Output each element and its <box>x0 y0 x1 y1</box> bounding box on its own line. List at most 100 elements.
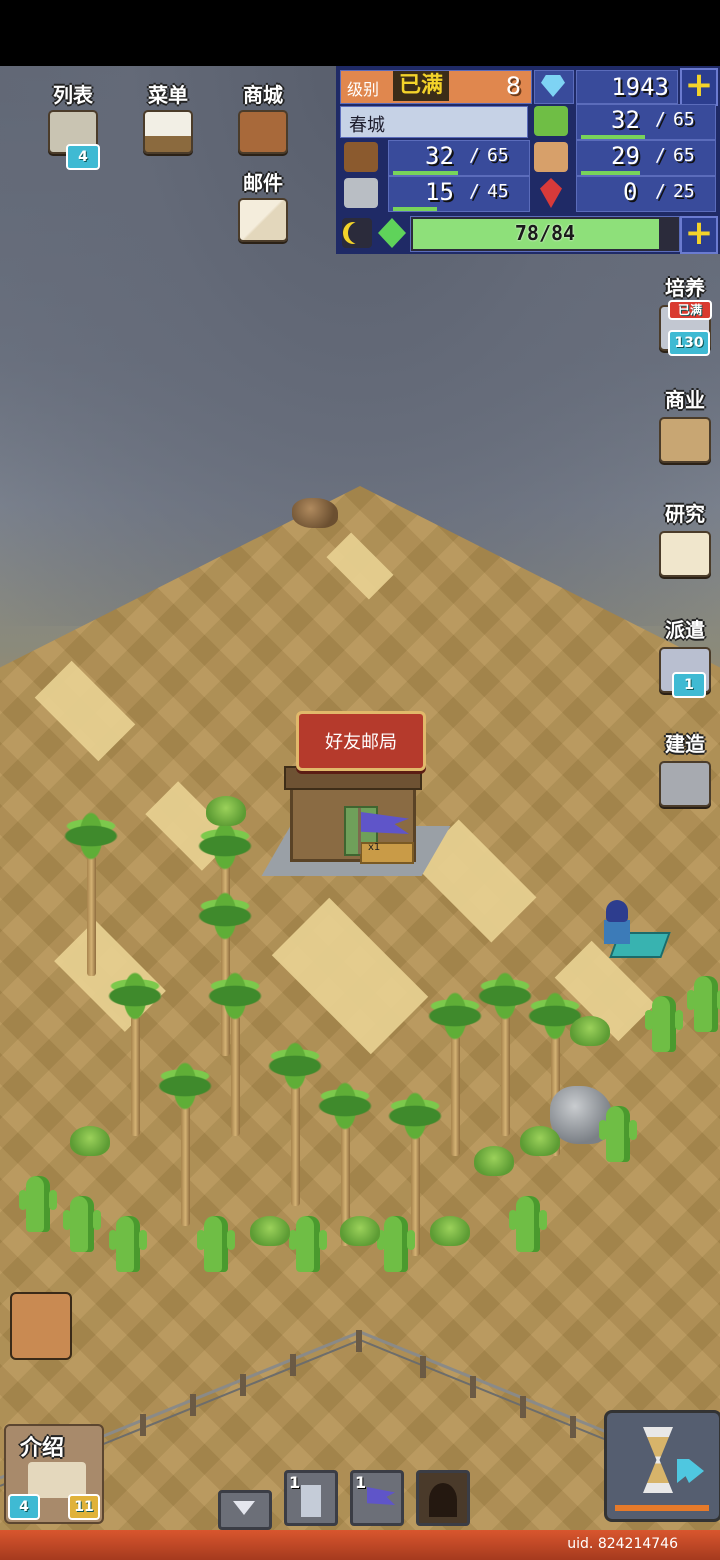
ruby-max: 25 <box>673 181 695 202</box>
hero-avatar[interactable] <box>10 1292 72 1360</box>
cactus <box>377 1216 415 1272</box>
dispatch-count-badge: 1 <box>672 672 706 698</box>
worker-body <box>604 920 630 944</box>
stone-resource: 15 / 45 <box>388 176 530 212</box>
cactus <box>197 1216 235 1272</box>
grass-current: 32 <box>611 106 640 134</box>
collapse-button[interactable] <box>218 1490 272 1530</box>
worker-character[interactable] <box>598 898 671 962</box>
building-name-label[interactable]: 好友邮局 <box>296 711 426 771</box>
train-max-tag: 已满 <box>668 300 712 320</box>
moon-icon <box>342 218 372 248</box>
skeleton-icon <box>28 1462 86 1498</box>
gem-icon-box <box>534 70 574 104</box>
mail-label: 邮件 <box>243 171 283 195</box>
menu-button[interactable]: 菜单 <box>133 82 203 154</box>
town-name-box[interactable]: 春城 <box>340 106 528 138</box>
level-max-tag: 已满 <box>393 71 450 101</box>
grass-bar <box>581 135 645 139</box>
research-button[interactable]: 研究 <box>654 498 716 577</box>
train-count-badge: 130 <box>668 330 710 356</box>
build-label: 建造 <box>665 732 705 756</box>
wood-bar <box>393 171 458 175</box>
house-icon <box>659 417 711 463</box>
envelope-icon <box>238 198 288 242</box>
hourglass-icon <box>643 1427 673 1493</box>
grass-icon <box>534 106 568 136</box>
add-gems-button[interactable]: + <box>680 68 718 106</box>
food-max: 65 <box>673 145 695 166</box>
list-button[interactable]: 列表 4 <box>38 82 108 170</box>
diamond-icon <box>541 75 565 97</box>
level-label: 级别 <box>347 80 380 99</box>
cactus <box>599 1106 637 1162</box>
flag-count: x1 <box>368 842 381 853</box>
tower-slot[interactable]: 1 <box>284 1470 338 1526</box>
dispatch-label: 派遣 <box>665 618 705 642</box>
cave-icon <box>429 1483 457 1517</box>
ruby-current: 0 <box>623 178 638 206</box>
fast-forward-icon <box>677 1459 704 1483</box>
business-button[interactable]: 商业 <box>654 384 716 463</box>
flag-slot-count: 1 <box>355 1473 367 1492</box>
stone-current: 15 <box>425 178 454 206</box>
wood-current: 32 <box>425 142 454 170</box>
wood-log-icon <box>344 142 378 172</box>
intro-label: 介绍 <box>20 1436 65 1461</box>
train-label: 培养 <box>665 276 705 300</box>
flag-marker[interactable]: x1 <box>356 808 416 858</box>
intro-right-badge: 11 <box>68 1494 100 1520</box>
food-icon <box>534 142 568 172</box>
stone-icon <box>344 178 378 208</box>
shrub <box>250 1216 290 1246</box>
worker-head <box>606 900 628 922</box>
resource-panel: 级别 已满 8 1943 + 春城 32 / 65 32 / 65 29 / 6… <box>336 66 720 254</box>
flag-pole <box>358 808 361 854</box>
cactus <box>687 976 720 1032</box>
flag-slot[interactable]: 1 <box>350 1470 404 1526</box>
cave-slot[interactable] <box>416 1470 470 1526</box>
intro-button[interactable]: 介绍 4 11 <box>4 1424 104 1524</box>
food-current: 29 <box>611 142 640 170</box>
cactus <box>19 1176 57 1232</box>
cactus <box>109 1216 147 1272</box>
ruby-resource: 0 / 25 <box>576 176 716 212</box>
user-id: uid. 824214746 <box>567 1536 678 1552</box>
shrub <box>474 1146 514 1176</box>
level-box[interactable]: 级别 已满 8 <box>340 70 532 104</box>
level-value: 8 <box>505 72 521 100</box>
wood-max: 65 <box>487 145 509 166</box>
ruby-icon <box>540 178 562 208</box>
game-map[interactable]: 好友邮局 x1 <box>0 66 720 1530</box>
shrub <box>430 1216 470 1246</box>
treasure-chest-icon <box>238 110 288 154</box>
flag-icon <box>367 1487 395 1505</box>
intro-left-badge: 4 <box>8 1494 40 1520</box>
flag-icon <box>361 812 409 834</box>
shop-button[interactable]: 商城 <box>228 82 298 154</box>
train-button[interactable]: 培养 已满 130 <box>654 272 716 356</box>
energy-bar-track: 78/84 <box>410 216 680 252</box>
palm-tree <box>140 1046 230 1226</box>
energy-text: 78/84 <box>514 221 576 245</box>
cactus <box>645 996 683 1052</box>
cactus <box>289 1216 327 1272</box>
grass-max: 65 <box>673 109 695 130</box>
cactus <box>63 1196 101 1252</box>
add-energy-button[interactable]: + <box>680 216 718 254</box>
log-pile[interactable] <box>292 498 338 528</box>
palm-tree <box>46 796 136 976</box>
mail-button[interactable]: 邮件 <box>228 170 298 242</box>
fast-forward-button[interactable] <box>604 1410 720 1522</box>
dispatch-button[interactable]: 派遣 1 <box>654 614 716 698</box>
build-button[interactable]: 建造 <box>654 728 716 807</box>
wood-resource: 32 / 65 <box>388 140 530 176</box>
food-bar <box>581 171 640 175</box>
shrub <box>70 1126 110 1156</box>
cactus <box>509 1196 547 1252</box>
tower-count: 1 <box>289 1473 301 1492</box>
gem-count: 1943 <box>611 73 669 101</box>
list-count-badge: 4 <box>66 144 100 170</box>
gem-count-box: 1943 <box>576 70 678 104</box>
food-resource: 29 / 65 <box>576 140 716 176</box>
